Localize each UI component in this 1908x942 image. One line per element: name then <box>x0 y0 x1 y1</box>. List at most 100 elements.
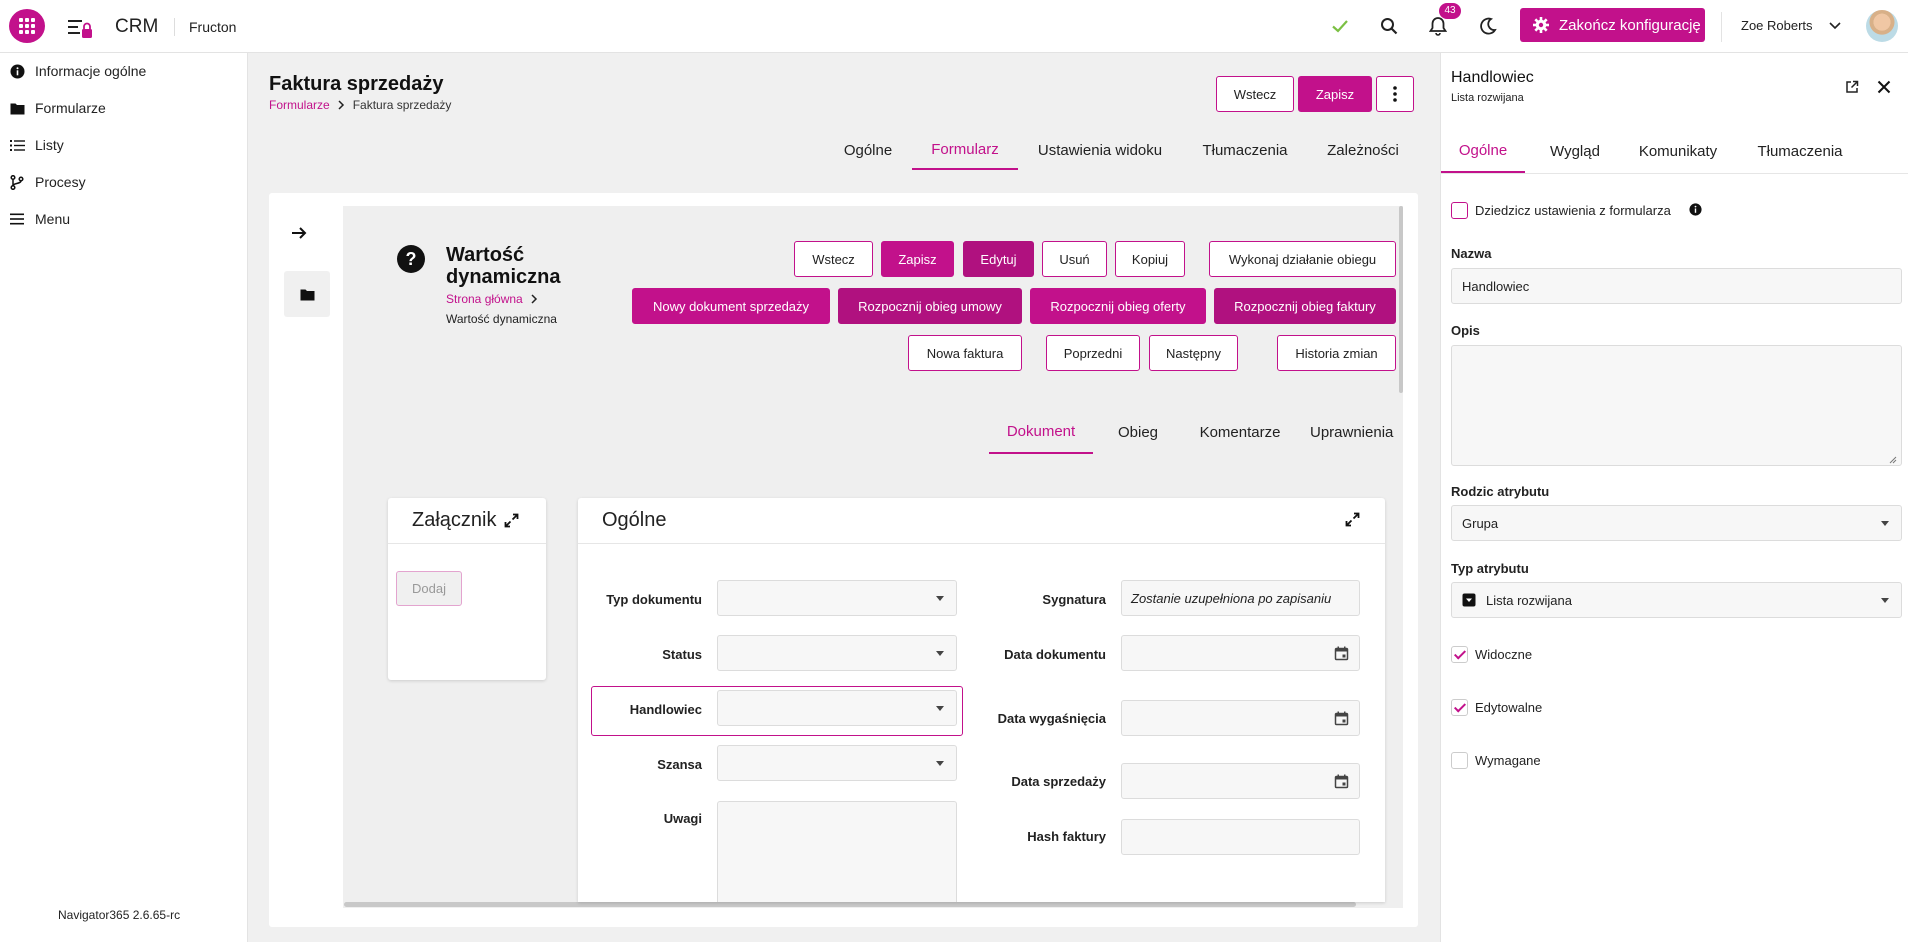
preview-title: Wartość dynamiczna <box>446 244 561 288</box>
folder-button[interactable] <box>284 271 330 317</box>
tab-general[interactable]: Ogólne <box>828 130 908 170</box>
description-label: Opis <box>1451 323 1480 338</box>
sidebar-item-label: Formularze <box>35 100 106 116</box>
required-checkbox[interactable] <box>1451 752 1468 769</box>
expand-icon[interactable] <box>504 513 519 528</box>
tab-dependencies[interactable]: Zależności <box>1318 130 1408 170</box>
chevron-down-icon <box>1881 598 1889 603</box>
description-textarea[interactable] <box>1451 345 1902 466</box>
tab-comments[interactable]: Komentarze <box>1190 410 1290 454</box>
calendar-icon[interactable] <box>1334 711 1349 726</box>
sidebar-item-forms[interactable]: Formularze <box>0 90 248 126</box>
next-button[interactable]: Następny <box>1149 335 1238 371</box>
tab-view-settings[interactable]: Ustawienia widoku <box>1028 130 1172 170</box>
notes-textarea[interactable] <box>717 801 957 902</box>
notes-label: Uwagi <box>663 811 702 826</box>
calendar-icon[interactable] <box>1334 774 1349 789</box>
moon-icon[interactable] <box>1476 14 1500 38</box>
sidebar-item-processes[interactable]: Procesy <box>0 164 248 200</box>
avatar[interactable] <box>1866 10 1898 42</box>
tab-translations[interactable]: Tłumaczenia <box>1190 130 1300 170</box>
sidebar-item-lists[interactable]: Listy <box>0 127 248 163</box>
close-icon[interactable] <box>1877 80 1891 97</box>
panel-tab-translations[interactable]: Tłumaczenia <box>1748 129 1852 173</box>
menu-lock-icon[interactable] <box>67 17 93 39</box>
sidebar-item-menu[interactable]: Menu <box>0 201 248 237</box>
attribute-type-value: Lista rozwijana <box>1486 592 1572 608</box>
preview-save-button[interactable]: Zapisz <box>881 241 954 277</box>
sidebar-item-label: Procesy <box>35 174 86 190</box>
invoice-hash-input[interactable] <box>1121 819 1360 855</box>
salesperson-select[interactable] <box>717 690 957 726</box>
info-icon[interactable] <box>1689 203 1702 219</box>
resize-handle-icon[interactable] <box>1888 455 1897 464</box>
user-name[interactable]: Zoe Roberts <box>1741 18 1813 33</box>
add-attachment-button[interactable]: Dodaj <box>396 571 462 606</box>
open-external-icon[interactable] <box>1845 80 1859 97</box>
start-invoice-workflow-button[interactable]: Rozpocznij obieg faktury <box>1214 288 1396 324</box>
apps-grid-button[interactable] <box>9 9 45 43</box>
sale-date-input[interactable] <box>1121 763 1360 799</box>
save-button[interactable]: Zapisz <box>1298 76 1372 112</box>
expiry-date-label: Data wygaśnięcia <box>997 711 1106 726</box>
help-icon[interactable]: ? <box>397 245 425 273</box>
panel-title: Handlowiec <box>1451 69 1534 86</box>
divider <box>174 18 175 36</box>
editable-label: Edytowalne <box>1475 700 1543 715</box>
arrow-right-icon[interactable] <box>290 224 310 244</box>
new-sales-document-button[interactable]: Nowy dokument sprzedaży <box>632 288 830 324</box>
preview-delete-button[interactable]: Usuń <box>1042 241 1107 277</box>
search-icon[interactable] <box>1377 14 1401 38</box>
expiry-date-input[interactable] <box>1121 700 1360 736</box>
inherit-settings-checkbox[interactable] <box>1451 202 1468 219</box>
editable-checkbox[interactable] <box>1451 699 1468 716</box>
tab-form[interactable]: Formularz <box>912 130 1018 170</box>
top-bar: CRM Fructon 43 Zakończ konfigurację Zoe … <box>0 0 1908 53</box>
breadcrumb-link[interactable]: Strona główna <box>446 292 523 306</box>
horizontal-scrollbar[interactable] <box>344 902 1356 907</box>
tab-workflow[interactable]: Obieg <box>1100 410 1176 454</box>
preview-copy-button[interactable]: Kopiuj <box>1115 241 1185 277</box>
name-input[interactable]: Handlowiec <box>1451 268 1902 304</box>
preview-edit-button[interactable]: Edytuj <box>963 241 1034 277</box>
folder-icon <box>9 100 25 116</box>
check-icon[interactable] <box>1328 14 1352 38</box>
tab-document[interactable]: Dokument <box>989 410 1093 454</box>
expand-icon[interactable] <box>1345 512 1360 527</box>
document-type-label: Typ dokumentu <box>606 592 702 607</box>
start-contract-workflow-button[interactable]: Rozpocznij obieg umowy <box>838 288 1022 324</box>
breadcrumb-link[interactable]: Formularze <box>269 98 330 112</box>
status-select[interactable] <box>717 635 957 671</box>
attachment-title: Załącznik <box>412 509 497 531</box>
workflow-action-button[interactable]: Wykonaj działanie obiegu <box>1209 241 1396 277</box>
chevron-down-icon[interactable] <box>1823 14 1847 38</box>
chance-select[interactable] <box>717 745 957 781</box>
general-section-title: Ogólne <box>602 509 667 531</box>
panel-tab-messages[interactable]: Komunikaty <box>1630 129 1726 173</box>
chevron-down-icon <box>936 761 944 766</box>
calendar-icon[interactable] <box>1334 646 1349 661</box>
back-button[interactable]: Wstecz <box>1216 76 1294 112</box>
chevron-right-icon <box>531 294 537 304</box>
document-date-input[interactable] <box>1121 635 1360 671</box>
tab-permissions[interactable]: Uprawnienia <box>1310 410 1400 454</box>
parent-attribute-select[interactable]: Grupa <box>1451 505 1902 541</box>
breadcrumb-current: Faktura sprzedaży <box>352 98 452 112</box>
previous-button[interactable]: Poprzedni <box>1046 335 1140 371</box>
parent-attribute-label: Rodzic atrybutu <box>1451 484 1550 499</box>
change-history-button[interactable]: Historia zmian <box>1277 335 1396 371</box>
info-icon <box>9 63 25 79</box>
preview-back-button[interactable]: Wstecz <box>794 241 873 277</box>
finish-configuration-button[interactable]: Zakończ konfigurację <box>1520 8 1705 42</box>
panel-tab-appearance[interactable]: Wygląd <box>1540 129 1610 173</box>
sidebar-item-general-info[interactable]: Informacje ogólne <box>0 53 248 89</box>
panel-tab-general[interactable]: Ogólne <box>1441 129 1525 173</box>
visible-checkbox[interactable] <box>1451 646 1468 663</box>
sidebar-item-label: Menu <box>35 211 71 227</box>
new-invoice-button[interactable]: Nowa faktura <box>908 335 1022 371</box>
document-type-select[interactable] <box>717 580 957 616</box>
attribute-type-select[interactable]: Lista rozwijana <box>1451 582 1902 618</box>
start-offer-workflow-button[interactable]: Rozpocznij obieg oferty <box>1030 288 1206 324</box>
more-button[interactable] <box>1376 76 1414 112</box>
vertical-scrollbar[interactable] <box>1399 206 1403 393</box>
